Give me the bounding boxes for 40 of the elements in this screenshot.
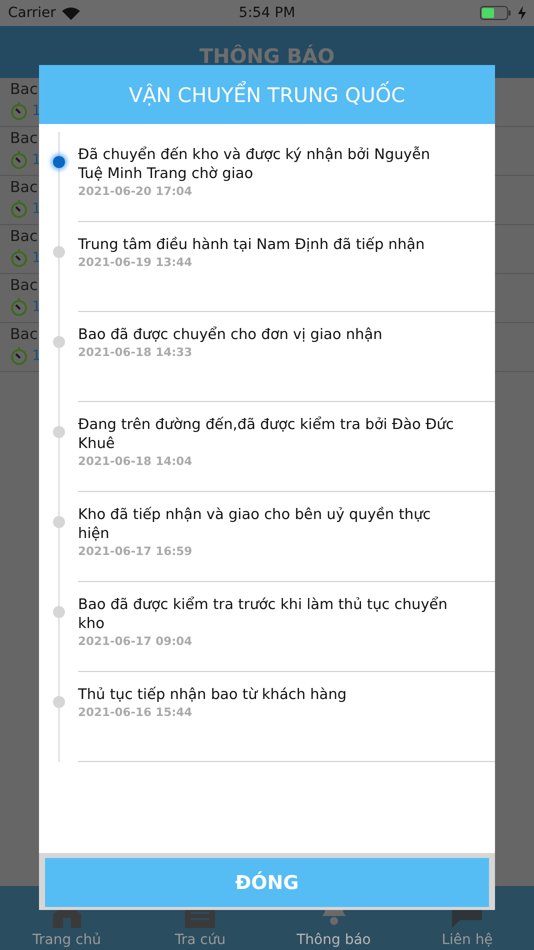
timer-icon [10,200,28,218]
screen-title: THÔNG BÁO [199,44,335,68]
clock: 5:54 PM [238,5,296,21]
carrier-name: Carrier [8,5,56,21]
battery-icon [480,6,512,20]
event-time: 2021-06-19 13:44 [78,255,192,269]
timer-icon [10,102,28,120]
row-time: 1 [32,201,41,217]
close-button[interactable]: ĐÓNG [45,858,489,907]
row-title: Bac [10,178,38,196]
event-text: Kho đã tiếp nhận và giao cho bên uỷ quyền thực hiện [78,506,432,544]
dialog-title: VẬN CHUYỂN TRUNG QUỐC [128,82,406,106]
wifi-icon [62,6,80,20]
event-text: Thủ tục tiếp nhận bao từ khách hàng [78,686,347,705]
row-title: Bac [10,80,38,98]
row-title: Bac [10,276,38,294]
row-title: Bac [10,129,38,147]
event-text: Bao đã được chuyển cho đơn vị giao nhận [78,326,382,345]
timer-icon [10,347,28,365]
event-time: 2021-06-17 09:04 [78,634,192,648]
row-time: 1 [32,152,41,168]
row-time: 1 [32,103,41,119]
row-title: Bac [10,325,38,343]
row-time: 1 [32,299,41,315]
event-text: Bao đã được kiểm tra trước khi làm thủ tục chuyển kho [78,596,448,634]
event-time: 2021-06-20 17:04 [78,184,192,198]
event-time: 2021-06-16 15:44 [78,705,192,719]
timer-icon [10,249,28,267]
timer-icon [10,151,28,169]
event-time: 2021-06-17 16:59 [78,544,192,558]
charging-icon [518,6,526,20]
event-time: 2021-06-18 14:33 [78,345,192,359]
event-text: Đã chuyển đến kho và được ký nhận bởi Nguyễn Tuệ Minh Trang chờ giao [78,146,432,184]
row-time: 1 [32,348,41,364]
row-title: Bac [10,227,38,245]
timer-icon [10,298,28,316]
event-time: 2021-06-18 14:04 [78,454,192,468]
row-time: 1 [32,250,41,266]
event-text: Đang trên đường đến,đã được kiểm tra bởi Đào Đức Khuê [78,416,455,454]
event-text: Trung tâm điều hành tại Nam Định đã tiếp nhận [78,236,425,255]
